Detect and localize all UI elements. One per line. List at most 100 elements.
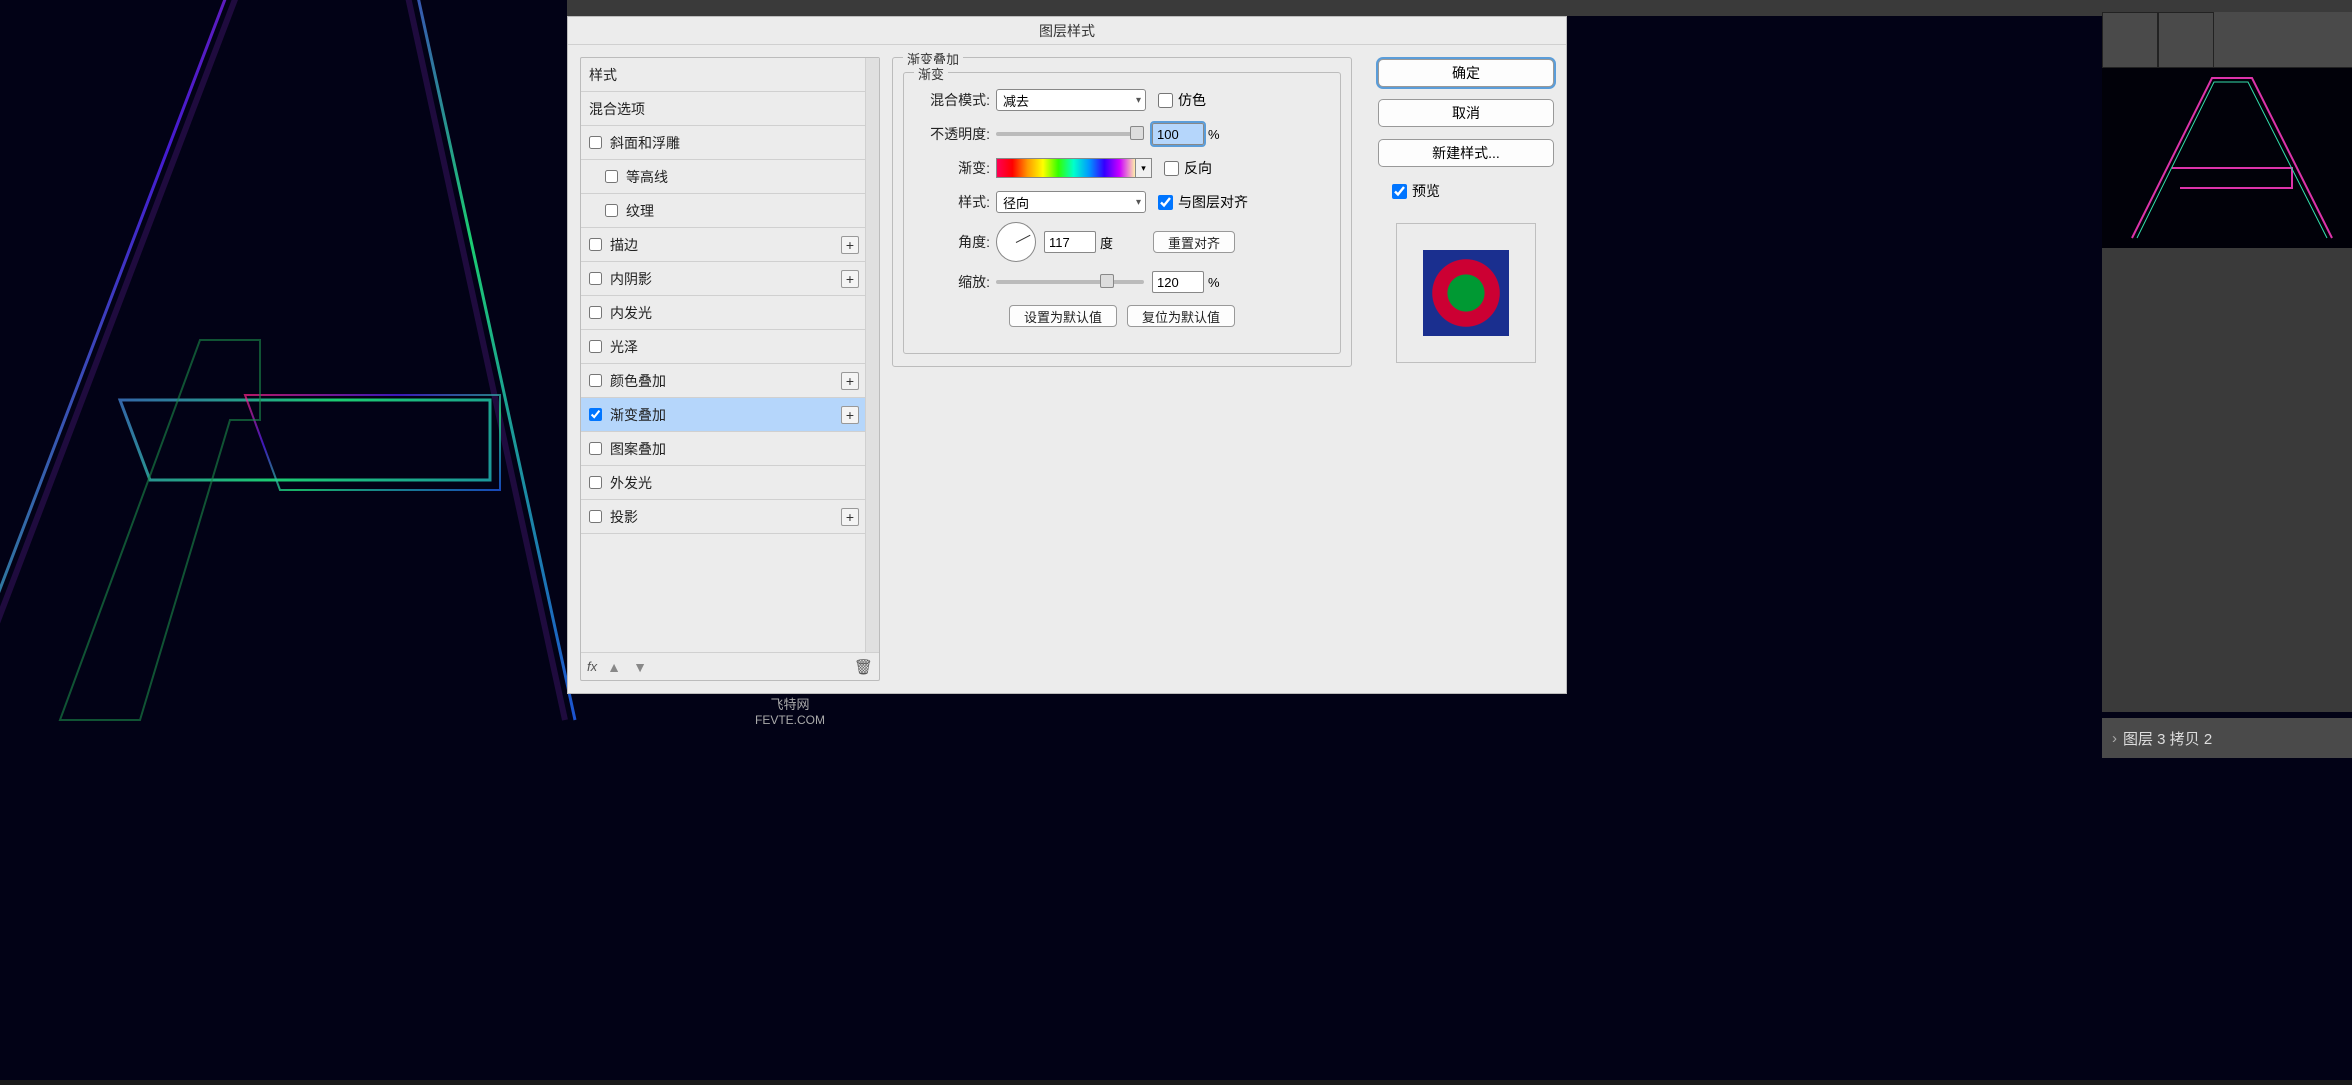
preview-label: 预览 xyxy=(1412,181,1440,201)
move-up-icon[interactable]: ▲ xyxy=(607,659,623,675)
make-default-button[interactable]: 设置为默认值 xyxy=(1009,305,1117,327)
preview-checkbox[interactable] xyxy=(1392,184,1407,199)
style-stroke[interactable]: 描边 + xyxy=(581,228,865,262)
percent-unit: % xyxy=(1208,127,1220,142)
dialog-title: 图层样式 xyxy=(568,17,1566,45)
opacity-label: 不透明度: xyxy=(914,124,990,144)
angle-input[interactable] xyxy=(1044,231,1096,253)
style-color-overlay[interactable]: 颜色叠加 + xyxy=(581,364,865,398)
style-checkbox[interactable] xyxy=(589,238,602,251)
style-checkbox[interactable] xyxy=(589,340,602,353)
opacity-slider[interactable] xyxy=(996,132,1144,136)
style-inner-shadow[interactable]: 内阴影 + xyxy=(581,262,865,296)
styles-header-label: 样式 xyxy=(589,65,617,85)
style-label: 图案叠加 xyxy=(610,439,666,459)
gradient-preview[interactable] xyxy=(996,158,1136,178)
add-effect-icon[interactable]: + xyxy=(841,270,859,288)
style-checkbox[interactable] xyxy=(589,476,602,489)
style-label: 颜色叠加 xyxy=(610,371,666,391)
reset-alignment-button[interactable]: 重置对齐 xyxy=(1153,231,1235,253)
style-outer-glow[interactable]: 外发光 xyxy=(581,466,865,500)
preview-swatch-image xyxy=(1423,250,1509,336)
style-label: 内发光 xyxy=(610,303,652,323)
blend-mode-label: 混合模式: xyxy=(914,90,990,110)
align-checkbox[interactable] xyxy=(1158,195,1173,210)
watermark-line2: FEVTE.COM xyxy=(750,713,830,727)
scale-input[interactable] xyxy=(1152,271,1204,293)
layer-row[interactable]: › 图层 3 拷贝 2 xyxy=(2102,718,2352,758)
scale-label: 缩放: xyxy=(914,272,990,292)
preview-swatch xyxy=(1396,223,1536,363)
blend-mode-value: 减去 xyxy=(1003,91,1029,110)
degree-unit: 度 xyxy=(1100,233,1113,252)
gradient-subsection: 渐变 混合模式: 减去 ▾ 仿色 xyxy=(903,72,1341,354)
style-bevel-emboss[interactable]: 斜面和浮雕 xyxy=(581,126,865,160)
style-checkbox[interactable] xyxy=(589,374,602,387)
style-label: 纹理 xyxy=(626,201,654,221)
watermark: 飞特网 FEVTE.COM xyxy=(750,694,830,727)
style-label: 光泽 xyxy=(610,337,638,357)
add-effect-icon[interactable]: + xyxy=(841,508,859,526)
reset-default-button[interactable]: 复位为默认值 xyxy=(1127,305,1235,327)
styles-scrollbar[interactable] xyxy=(865,58,879,652)
scale-slider[interactable] xyxy=(996,280,1144,284)
gradient-style-select[interactable]: 径向 ▾ xyxy=(996,191,1146,213)
subsection-title: 渐变 xyxy=(914,64,948,83)
style-checkbox[interactable] xyxy=(589,306,602,319)
angle-label: 角度: xyxy=(914,232,990,252)
move-down-icon[interactable]: ▼ xyxy=(633,659,649,675)
style-label: 等高线 xyxy=(626,167,668,187)
opacity-input[interactable] xyxy=(1152,123,1204,145)
reverse-checkbox[interactable] xyxy=(1164,161,1179,176)
chevron-down-icon: ▾ xyxy=(1136,197,1141,208)
new-style-button[interactable]: 新建样式... xyxy=(1378,139,1554,167)
style-drop-shadow[interactable]: 投影 + xyxy=(581,500,865,534)
ok-button[interactable]: 确定 xyxy=(1378,59,1554,87)
style-checkbox[interactable] xyxy=(589,442,602,455)
styles-header-row[interactable]: 样式 xyxy=(581,58,865,92)
style-checkbox[interactable] xyxy=(589,272,602,285)
dither-checkbox[interactable] xyxy=(1158,93,1173,108)
layer-thumbnail xyxy=(2102,68,2352,248)
align-label: 与图层对齐 xyxy=(1178,192,1248,212)
style-checkbox[interactable] xyxy=(605,204,618,217)
style-label: 斜面和浮雕 xyxy=(610,133,680,153)
style-label: 外发光 xyxy=(610,473,652,493)
dither-label: 仿色 xyxy=(1178,90,1206,110)
style-label: 内阴影 xyxy=(610,269,652,289)
style-label: 渐变叠加 xyxy=(610,405,666,425)
style-gradient-overlay[interactable]: 渐变叠加 + xyxy=(581,398,865,432)
cancel-button[interactable]: 取消 xyxy=(1378,99,1554,127)
settings-column: 渐变叠加 渐变 混合模式: 减去 ▾ 仿色 xyxy=(892,57,1366,681)
style-pattern-overlay[interactable]: 图案叠加 xyxy=(581,432,865,466)
trash-icon[interactable]: 🗑 xyxy=(854,658,873,676)
add-effect-icon[interactable]: + xyxy=(841,372,859,390)
tool-slot[interactable] xyxy=(2158,12,2214,68)
reverse-label: 反向 xyxy=(1184,158,1212,178)
blend-options-label: 混合选项 xyxy=(589,99,645,119)
side-panel: › 图层 3 拷贝 2 xyxy=(2102,12,2352,712)
style-inner-glow[interactable]: 内发光 xyxy=(581,296,865,330)
style-checkbox[interactable] xyxy=(589,510,602,523)
fx-menu[interactable]: fx xyxy=(587,659,597,674)
styles-footer: fx ▲ ▼ 🗑 xyxy=(581,652,879,680)
add-effect-icon[interactable]: + xyxy=(841,406,859,424)
style-label: 样式: xyxy=(914,192,990,212)
tool-slot[interactable] xyxy=(2102,12,2158,68)
style-checkbox[interactable] xyxy=(589,408,602,421)
watermark-line1: 飞特网 xyxy=(750,694,830,713)
gradient-style-value: 径向 xyxy=(1003,193,1029,212)
style-checkbox[interactable] xyxy=(589,136,602,149)
gradient-overlay-section: 渐变叠加 渐变 混合模式: 减去 ▾ 仿色 xyxy=(892,57,1352,367)
layer-name: 图层 3 拷贝 2 xyxy=(2123,728,2212,749)
angle-dial[interactable] xyxy=(996,222,1036,262)
app-toolbar xyxy=(567,0,2352,16)
blend-mode-select[interactable]: 减去 ▾ xyxy=(996,89,1146,111)
style-contour[interactable]: 等高线 xyxy=(581,160,865,194)
style-satin[interactable]: 光泽 xyxy=(581,330,865,364)
gradient-dropdown-icon[interactable]: ▾ xyxy=(1136,158,1152,178)
style-texture[interactable]: 纹理 xyxy=(581,194,865,228)
blend-options-row[interactable]: 混合选项 xyxy=(581,92,865,126)
style-checkbox[interactable] xyxy=(605,170,618,183)
add-effect-icon[interactable]: + xyxy=(841,236,859,254)
